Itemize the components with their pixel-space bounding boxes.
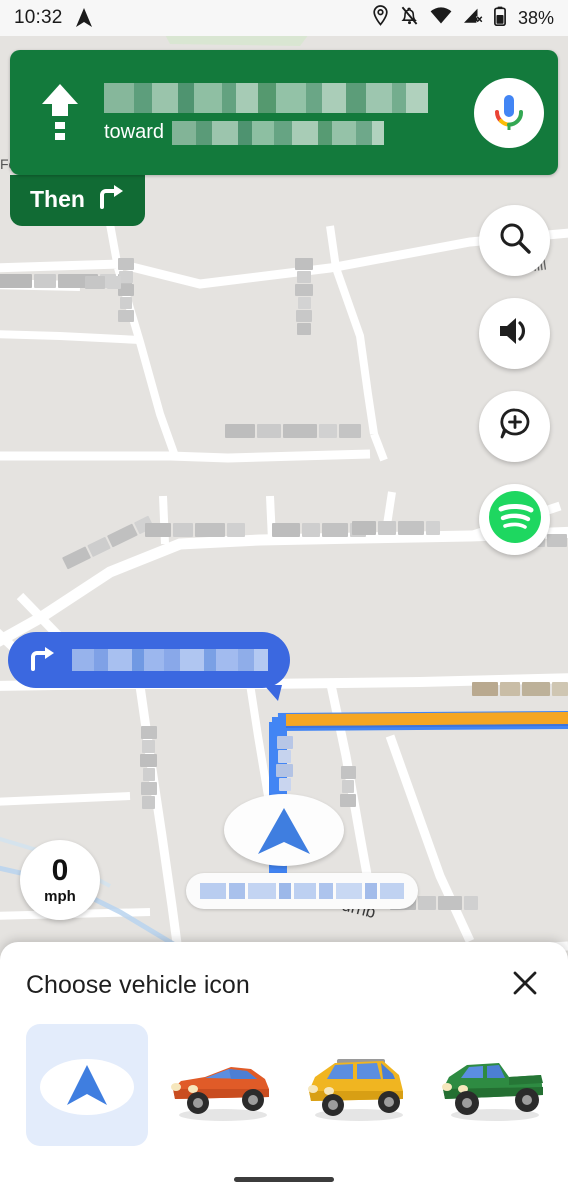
yellow-suv-icon (308, 1059, 403, 1121)
location-pin-icon (372, 5, 389, 31)
google-assistant-mic-icon[interactable] (474, 77, 544, 148)
turn-callout-bubble[interactable] (8, 632, 290, 701)
map-label-blurred (225, 424, 361, 438)
map-label-blurred (140, 726, 157, 809)
navigation-instruction-text: toward (88, 81, 468, 145)
instruction-street-name-redacted (104, 81, 468, 115)
turn-right-icon (97, 183, 127, 215)
speed-value: 0 (51, 853, 69, 887)
route-traffic (285, 712, 568, 726)
spotify-button[interactable] (479, 484, 550, 555)
green-pickup-icon (442, 1063, 543, 1121)
report-incident-button[interactable] (479, 391, 550, 462)
vehicle-icon-options (0, 1002, 568, 1146)
volume-icon (497, 315, 533, 352)
map-label-blurred (145, 523, 245, 537)
android-gesture-bar[interactable] (234, 1177, 334, 1182)
callout-turn-right-icon (28, 645, 58, 676)
vehicle-option-sedan[interactable] (162, 1024, 284, 1146)
map-label-blurred (276, 736, 293, 791)
toward-label: toward (104, 121, 165, 143)
navigation-chevron-icon (258, 808, 310, 854)
callout-street-name-redacted (72, 649, 268, 671)
search-icon (497, 220, 533, 261)
choose-vehicle-sheet: Choose vehicle icon (0, 942, 568, 1200)
navigation-arrow-icon (75, 8, 93, 28)
sheet-title: Choose vehicle icon (26, 970, 250, 999)
toward-street-name-redacted (172, 120, 385, 145)
battery-icon (494, 6, 506, 31)
then-label: Then (30, 185, 85, 212)
red-sedan-icon (171, 1067, 269, 1121)
close-button[interactable] (508, 968, 542, 1002)
sound-button[interactable] (479, 298, 550, 369)
wifi-icon (430, 7, 452, 29)
vehicle-option-suv[interactable] (298, 1024, 420, 1146)
user-location-marker[interactable] (224, 794, 344, 866)
cellular-off-icon (463, 7, 483, 29)
then-maneuver-badge[interactable]: Then (10, 175, 145, 226)
sheet-header: Choose vehicle icon (0, 942, 568, 1002)
close-icon (511, 969, 539, 1002)
status-bar-time: 10:32 (14, 7, 63, 28)
current-street-label-redacted (186, 873, 418, 909)
navigation-instruction-banner[interactable]: toward (10, 50, 558, 175)
status-bar: 10:32 38% (0, 0, 568, 36)
maneuver-straight-icon (32, 82, 88, 144)
battery-percent: 38% (517, 7, 554, 28)
navigation-screen: 10:32 38% Fe toward Then 0 mph Choose ve… (0, 0, 568, 1200)
map-label-blurred (472, 682, 568, 696)
map-label-blurred (295, 258, 313, 335)
map-label-blurred (118, 258, 134, 322)
spotify-icon (487, 489, 543, 550)
map-control-buttons (479, 205, 550, 555)
search-button[interactable] (479, 205, 550, 276)
instruction-toward: toward (104, 120, 468, 145)
vehicle-option-arrow[interactable] (26, 1024, 148, 1146)
vehicle-option-truck[interactable] (434, 1024, 556, 1146)
report-incident-icon (497, 406, 533, 447)
speedometer[interactable]: 0 mph (20, 840, 100, 920)
notifications-off-icon (400, 5, 419, 31)
default-arrow-vehicle-icon (40, 1059, 134, 1115)
speed-unit: mph (44, 887, 76, 905)
map-label-blurred (85, 276, 121, 289)
map-label-blurred (352, 521, 440, 535)
